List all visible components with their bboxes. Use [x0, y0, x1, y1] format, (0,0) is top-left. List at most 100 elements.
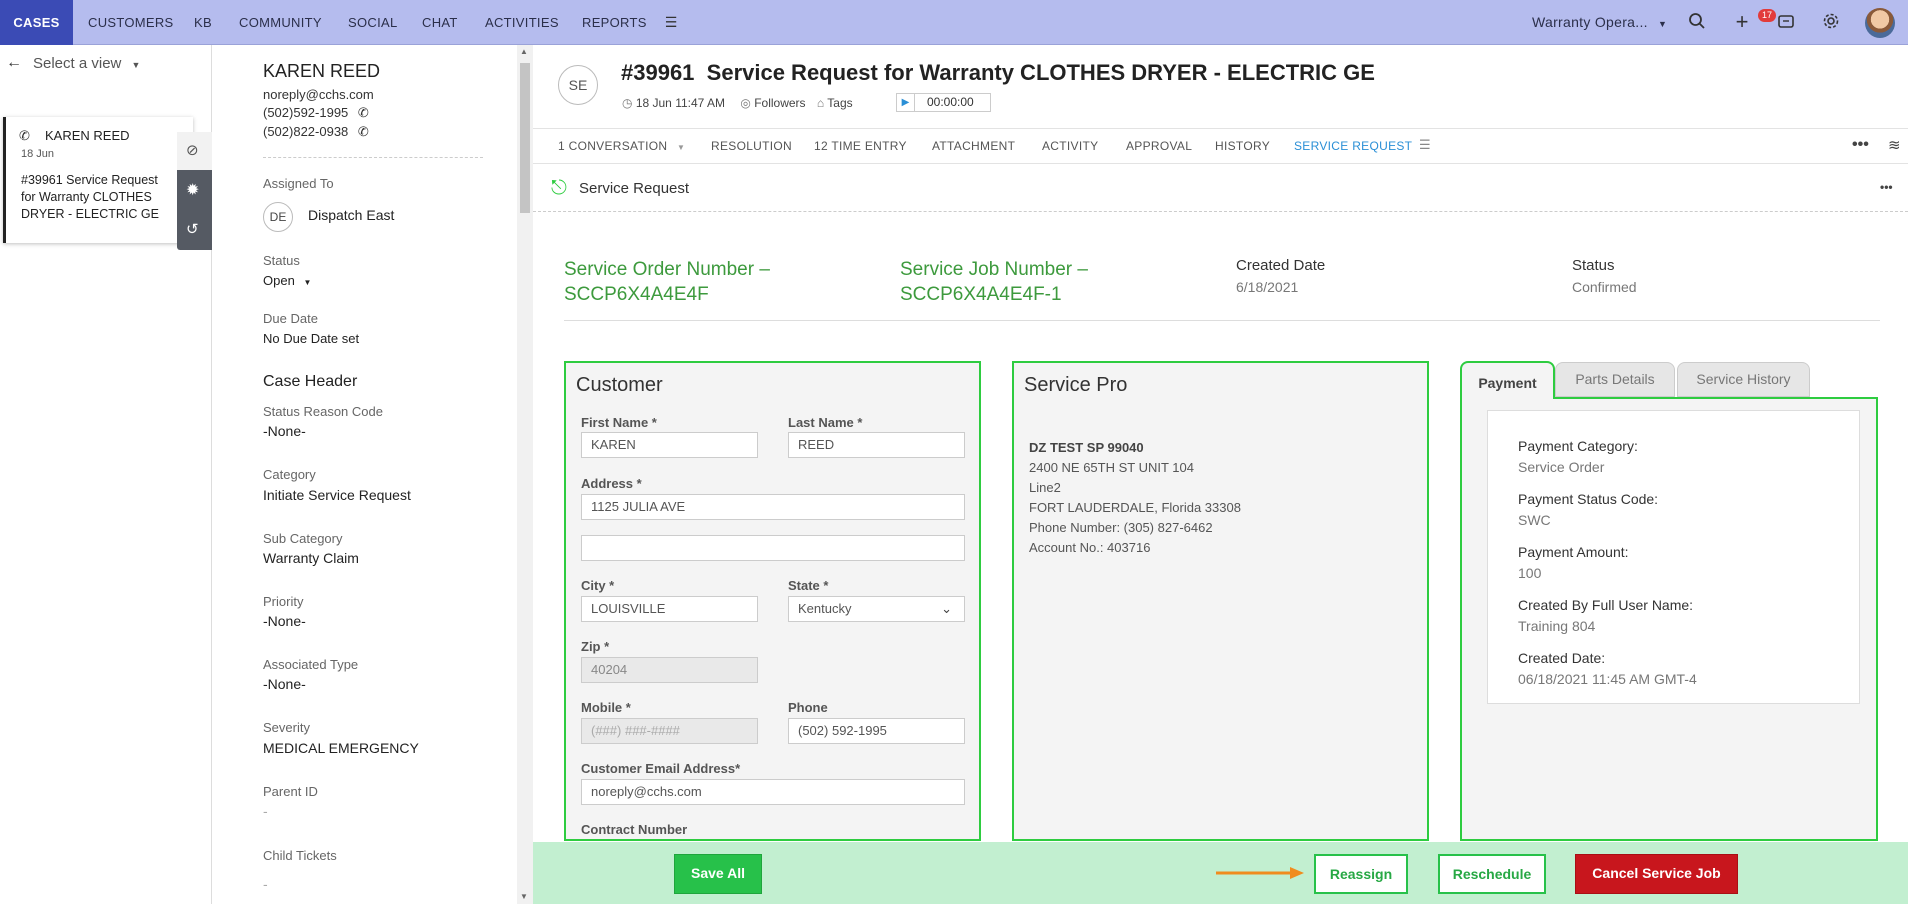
tab-payment[interactable]: Payment — [1460, 361, 1555, 399]
phone-icon: ✆ — [19, 128, 30, 143]
case-created-date: 18 Jun 11:47 AM — [635, 96, 726, 110]
arrow-icon — [1216, 865, 1306, 884]
severity-label: Severity — [263, 720, 310, 735]
more-options-icon[interactable]: ••• — [1852, 136, 1869, 154]
address-label: Address * — [581, 476, 642, 491]
contact-email[interactable]: noreply@cchs.com — [263, 87, 374, 102]
subcategory-label: Sub Category — [263, 531, 343, 546]
user-avatar[interactable] — [1865, 8, 1895, 38]
section-heading: Case Header — [263, 373, 358, 390]
nav-tab-social[interactable]: SOCIAL — [348, 0, 397, 45]
workspace-selector[interactable]: Warranty Opera... ▼ — [1532, 0, 1667, 45]
phone-icon[interactable]: ✆ — [358, 105, 369, 120]
last-name-field[interactable]: REED — [788, 432, 965, 458]
contact-phone-1[interactable]: (502)592-1995 ✆ — [263, 105, 369, 121]
nav-tab-community[interactable]: COMMUNITY — [239, 0, 322, 45]
nav-tab-customers[interactable]: CUSTOMERS — [88, 0, 174, 45]
priority-label: Priority — [263, 594, 304, 609]
scroll-up-icon[interactable]: ▲ — [520, 47, 528, 56]
nav-tab-kb[interactable]: KB — [194, 0, 212, 45]
tags-link[interactable]: Tags — [827, 96, 852, 110]
phone-icon[interactable]: ✆ — [358, 124, 369, 139]
notifications-icon[interactable] — [1776, 12, 1796, 32]
timer-value: 00:00:00 — [927, 95, 974, 109]
reschedule-button[interactable]: Reschedule — [1438, 854, 1546, 894]
tab-time-entry[interactable]: 12 TIME ENTRY — [814, 139, 907, 153]
service-job-label: Service Job Number – — [900, 259, 1088, 280]
play-icon[interactable]: ▶ — [897, 94, 915, 111]
email-field[interactable]: noreply@cchs.com — [581, 779, 965, 805]
timer[interactable]: ▶ 00:00:00 — [896, 93, 991, 112]
side-tool-strip: ⊘ ✹ ↺ — [177, 132, 212, 250]
view-selector[interactable]: Select a view ▼ — [33, 55, 140, 72]
top-navigation-bar: CASES CUSTOMERS KB COMMUNITY SOCIAL CHAT… — [0, 0, 1908, 45]
tab-conversation[interactable]: 1 CONVERSATION ▼ — [558, 139, 685, 153]
section-menu-icon[interactable]: ••• — [1880, 180, 1893, 194]
child-tickets-value[interactable]: - — [263, 876, 268, 892]
tab-attachment[interactable]: ATTACHMENT — [932, 139, 1015, 153]
parent-id-value[interactable]: - — [263, 803, 268, 819]
tab-resolution[interactable]: RESOLUTION — [711, 139, 792, 153]
cancel-service-job-button[interactable]: Cancel Service Job — [1575, 854, 1738, 894]
address-field[interactable]: 1125 JULIA AVE — [581, 494, 965, 520]
gear-icon[interactable] — [1821, 12, 1841, 32]
sun-icon[interactable]: ✹ — [186, 180, 199, 200]
service-pro-address-1: 2400 NE 65TH ST UNIT 104 — [1029, 460, 1194, 475]
scrollbar-thumb[interactable] — [520, 63, 530, 213]
payment-status-label: Payment Status Code: — [1518, 491, 1659, 507]
payment-created-date-value: 06/18/2021 11:45 AM GMT-4 — [1518, 671, 1697, 687]
mobile-field[interactable]: (###) ###-#### — [581, 718, 758, 744]
nav-tab-reports[interactable]: REPORTS — [582, 0, 647, 45]
phone-field[interactable]: (502) 592-1995 — [788, 718, 965, 744]
tab-service-request[interactable]: SERVICE REQUEST — [1294, 139, 1412, 153]
tab-approval[interactable]: APPROVAL — [1126, 139, 1192, 153]
save-all-button[interactable]: Save All — [674, 854, 762, 894]
tab-history[interactable]: HISTORY — [1215, 139, 1270, 153]
nav-tab-activities[interactable]: ACTIVITIES — [485, 0, 559, 45]
service-pro-panel — [1012, 361, 1429, 841]
due-date-value[interactable]: No Due Date set — [263, 331, 359, 346]
caret-down-icon: ▼ — [303, 278, 312, 287]
layers-icon[interactable]: ≋ — [1888, 136, 1901, 154]
zip-label: Zip * — [581, 639, 610, 654]
tab-parts-details[interactable]: Parts Details — [1555, 362, 1675, 397]
more-tabs-icon[interactable]: ☰ — [661, 12, 681, 32]
associated-type-value[interactable]: -None- — [263, 676, 306, 692]
service-job-number: Service Job Number – SCCP6X4A4E4F-1 — [900, 257, 1088, 307]
severity-value[interactable]: MEDICAL EMERGENCY — [263, 740, 419, 756]
tab-border — [1553, 397, 1878, 399]
tab-activity[interactable]: ACTIVITY — [1042, 139, 1098, 153]
first-name-field[interactable]: KAREN — [581, 432, 758, 458]
priority-value[interactable]: -None- — [263, 613, 306, 629]
service-pro-heading: Service Pro — [1024, 374, 1128, 396]
service-request-heading: Service Request — [579, 180, 690, 197]
add-icon[interactable]: + — [1732, 11, 1752, 33]
history-icon[interactable]: ↺ — [186, 220, 199, 238]
subcategory-value[interactable]: Warranty Claim — [263, 550, 359, 566]
associated-type-label: Associated Type — [263, 657, 359, 672]
status-reason-value[interactable]: -None- — [263, 423, 306, 439]
status-dropdown[interactable]: Open ▼ — [263, 273, 311, 288]
state-select[interactable]: Kentucky ⌄ — [788, 596, 965, 622]
nav-tab-cases[interactable]: CASES — [0, 0, 73, 45]
tab-service-history[interactable]: Service History — [1677, 362, 1810, 397]
followers-link[interactable]: Followers — [754, 96, 805, 110]
category-value[interactable]: Initiate Service Request — [263, 487, 411, 503]
attachment-icon[interactable]: ⊘ — [186, 141, 199, 159]
address-line2-field[interactable] — [581, 535, 965, 561]
nav-tab-chat[interactable]: CHAT — [422, 0, 458, 45]
case-list-item[interactable]: ✆ KAREN REED 18 Jun #39961 Service Reque… — [3, 117, 193, 243]
zip-field[interactable]: 40204 — [581, 657, 758, 683]
view-selector-label: Select a view — [33, 55, 122, 72]
scroll-down-icon[interactable]: ▼ — [520, 892, 528, 901]
search-icon[interactable] — [1687, 12, 1707, 32]
payment-category-value: Service Order — [1518, 459, 1605, 475]
details-scrollbar[interactable]: ▲ ▼ — [517, 45, 533, 904]
reassign-button[interactable]: Reassign — [1314, 854, 1408, 894]
assigned-to-value[interactable]: Dispatch East — [308, 207, 394, 223]
city-field[interactable]: LOUISVILLE — [581, 596, 758, 622]
contact-phone-2[interactable]: (502)822-0938 ✆ — [263, 124, 369, 140]
phone-number: (502)592-1995 — [263, 105, 349, 120]
back-arrow-icon[interactable]: ← — [6, 54, 22, 72]
more-tabs-icon[interactable]: ☰ — [1419, 137, 1431, 153]
